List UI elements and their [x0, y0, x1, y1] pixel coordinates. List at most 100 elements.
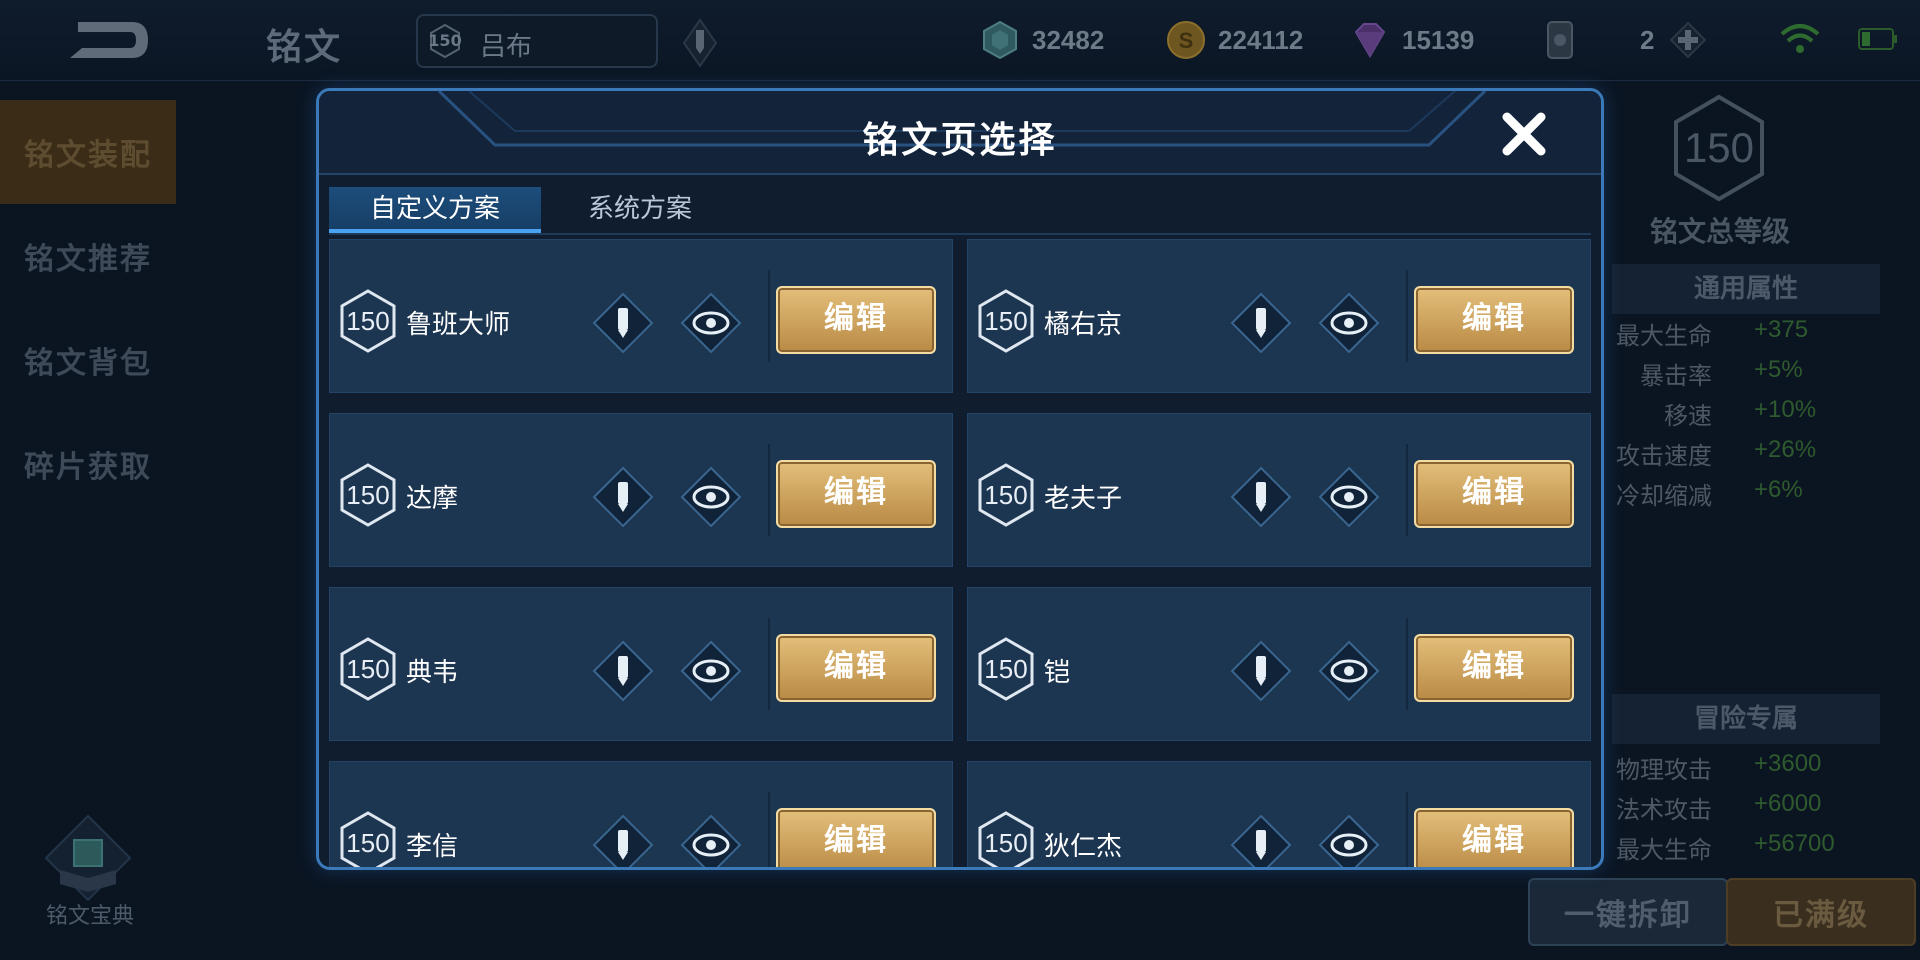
page-name: 老夫子	[1044, 484, 1123, 514]
rename-pen-icon[interactable]	[1230, 292, 1292, 354]
rename-pen-icon[interactable]	[592, 640, 654, 702]
page-level: 150	[346, 828, 390, 858]
close-icon[interactable]	[1499, 109, 1549, 159]
page-name: 达摩	[406, 484, 459, 514]
stat-row: 移速 +10%	[1664, 396, 1817, 430]
total-level: 150	[1683, 124, 1755, 171]
hero-selector[interactable]: 150 吕布	[416, 14, 658, 68]
page-name: 铠	[1044, 658, 1071, 688]
eye-icon[interactable]	[680, 814, 742, 870]
rune-page-modal: 铭文页选择 自定义方案 系统方案 150 鲁班大师 编辑 150 橘右京 编辑	[316, 88, 1604, 870]
sidebar-item-fragments[interactable]: 碎片获取	[0, 412, 176, 516]
page-level: 150	[346, 654, 390, 684]
edit-button[interactable]: 编辑	[1414, 634, 1574, 702]
maxed-button[interactable]: 已满级	[1726, 878, 1916, 946]
page-name: 狄仁杰	[1044, 832, 1123, 862]
divider	[768, 618, 770, 710]
rune-page-card: 150 铠 编辑	[967, 587, 1591, 741]
stat-row: 物理攻击 +3600	[1616, 750, 1822, 784]
page-name: 典韦	[406, 658, 459, 688]
sidebar-item-rune-equip[interactable]: 铭文装配	[0, 100, 176, 204]
codex-label[interactable]: 铭文宝典	[30, 898, 150, 930]
tab-bar: 自定义方案 系统方案	[329, 187, 1591, 235]
edit-button[interactable]: 编辑	[776, 286, 936, 354]
edit-button[interactable]: 编辑	[776, 808, 936, 867]
page-level: 150	[984, 828, 1028, 858]
divider	[1406, 444, 1408, 536]
rename-pen-icon[interactable]	[1230, 466, 1292, 528]
svg-text:S: S	[1179, 28, 1194, 53]
eye-icon[interactable]	[1318, 640, 1380, 702]
page-level: 150	[346, 480, 390, 510]
hero-name: 吕布	[480, 32, 533, 62]
divider	[1406, 618, 1408, 710]
page-name: 鲁班大师	[406, 310, 511, 340]
divider	[1406, 270, 1408, 362]
rename-pen-icon[interactable]	[592, 292, 654, 354]
edit-button[interactable]: 编辑	[776, 634, 936, 702]
stat-row: 最大生命 +56700	[1616, 830, 1835, 864]
rune-page-card: 150 鲁班大师 编辑	[329, 239, 953, 393]
divider	[1406, 792, 1408, 867]
divider	[768, 270, 770, 362]
stat-row: 冷却缩减 +6%	[1616, 476, 1803, 510]
page-name: 李信	[406, 832, 459, 862]
stat-row: 暴击率 +5%	[1640, 356, 1803, 390]
rune-page-card: 150 橘右京 编辑	[967, 239, 1591, 393]
page-level: 150	[984, 654, 1028, 684]
crystal-currency: 32482	[980, 20, 1105, 60]
edit-button[interactable]: 编辑	[1414, 808, 1574, 867]
pen-icon[interactable]	[682, 18, 718, 68]
hero-level: 150	[428, 31, 462, 50]
stat-row: 攻击速度 +26%	[1616, 436, 1817, 470]
eye-icon[interactable]	[680, 292, 742, 354]
card-currency: 2	[1540, 21, 1707, 59]
crystal-count: 32482	[1032, 24, 1105, 55]
codex-book-icon[interactable]	[38, 812, 138, 912]
edit-button[interactable]: 编辑	[776, 460, 936, 528]
total-level-label: 铭文总等级	[1649, 215, 1790, 248]
rune-page-card: 150 李信 编辑	[329, 761, 953, 870]
card-icon	[1547, 21, 1573, 59]
rename-pen-icon[interactable]	[1230, 814, 1292, 870]
back-arrow-icon[interactable]	[48, 14, 158, 66]
gold-coin-icon: S	[1167, 21, 1205, 59]
rename-pen-icon[interactable]	[592, 814, 654, 870]
sidebar: 铭文装配 铭文推荐 铭文背包 碎片获取	[0, 100, 176, 516]
rune-page-list: 150 鲁班大师 编辑 150 橘右京 编辑 150 达摩 编辑 150 老夫子…	[329, 239, 1591, 870]
page-level: 150	[346, 306, 390, 336]
wifi-icon	[1780, 24, 1820, 53]
unload-all-button[interactable]: 一键拆卸	[1528, 878, 1728, 946]
tab-system[interactable]: 系统方案	[563, 187, 717, 233]
page-level: 150	[984, 306, 1028, 336]
stat-row: 最大生命 +375	[1616, 316, 1809, 350]
gem-count: 15139	[1402, 24, 1475, 55]
card-count: 2	[1640, 24, 1655, 55]
eye-icon[interactable]	[680, 466, 742, 528]
eye-icon[interactable]	[680, 640, 742, 702]
rune-page-card: 150 狄仁杰 编辑	[967, 761, 1591, 870]
gem-icon	[1354, 23, 1386, 58]
tab-custom[interactable]: 自定义方案	[329, 187, 541, 233]
rune-page-card: 150 老夫子 编辑	[967, 413, 1591, 567]
eye-icon[interactable]	[1318, 292, 1380, 354]
plus-icon[interactable]	[1670, 22, 1707, 58]
page-name: 橘右京	[1044, 310, 1123, 340]
gold-count: 224112	[1218, 24, 1304, 55]
rename-pen-icon[interactable]	[592, 466, 654, 528]
sidebar-item-rune-recommend[interactable]: 铭文推荐	[0, 204, 176, 308]
battery-icon	[1858, 28, 1897, 50]
rune-page-card: 150 达摩 编辑	[329, 413, 953, 567]
divider	[768, 444, 770, 536]
gold-currency: S 224112	[1166, 21, 1304, 59]
rune-page-card: 150 典韦 编辑	[329, 587, 953, 741]
page-title: 铭文	[266, 27, 343, 68]
edit-button[interactable]: 编辑	[1414, 286, 1574, 354]
crystal-icon	[983, 20, 1017, 60]
eye-icon[interactable]	[1318, 466, 1380, 528]
sidebar-item-rune-bag[interactable]: 铭文背包	[0, 308, 176, 412]
edit-button[interactable]: 编辑	[1414, 460, 1574, 528]
eye-icon[interactable]	[1318, 814, 1380, 870]
rename-pen-icon[interactable]	[1230, 640, 1292, 702]
top-bar: 铭文 150 吕布 32482 S 224112 15139 2	[0, 0, 1920, 81]
